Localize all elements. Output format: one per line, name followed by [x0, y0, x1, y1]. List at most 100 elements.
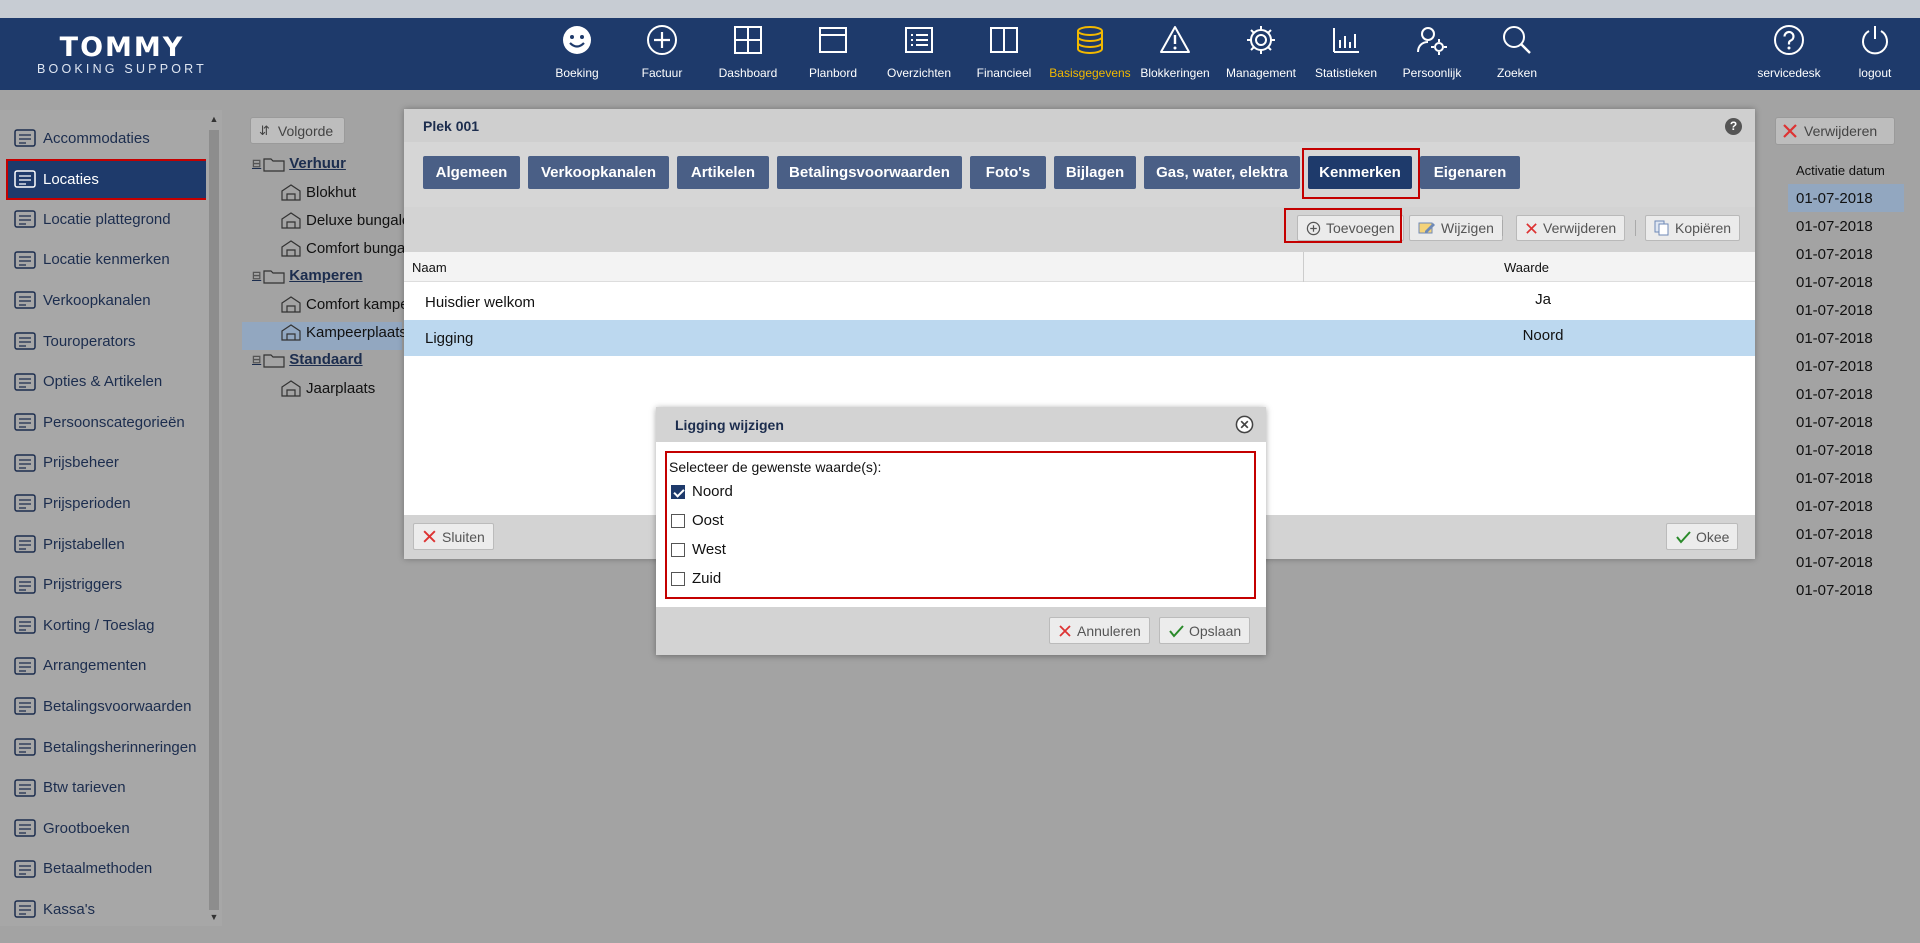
sidebar-item-touroperators[interactable]: Touroperators [8, 323, 206, 359]
col-name-header[interactable]: Naam [412, 260, 447, 275]
tree-item[interactable]: Blokhut [280, 183, 356, 201]
help-icon[interactable]: ? [1725, 118, 1742, 135]
activation-date-row[interactable]: 01-07-2018 [1788, 576, 1904, 604]
checkbox[interactable] [671, 542, 685, 557]
close-icon[interactable] [1235, 415, 1254, 434]
checkbox[interactable] [671, 571, 685, 586]
activation-date-row[interactable]: 01-07-2018 [1788, 380, 1904, 408]
activation-date-row[interactable]: 01-07-2018 [1788, 548, 1904, 576]
sidebar-item-verkoopkanalen[interactable]: Verkoopkanalen [8, 282, 206, 318]
user-gear-icon [14, 413, 36, 431]
delete-button[interactable]: Verwijderen [1516, 215, 1626, 241]
sidebar-item-btw-tarieven[interactable]: Btw tarieven [8, 770, 206, 806]
collapse-icon[interactable]: ⊟ [252, 269, 261, 282]
logo[interactable]: TOMMY BOOKING SUPPORT [27, 34, 217, 77]
sidebar-item-locatie-plattegrond[interactable]: Locatie plattegrond [8, 201, 206, 237]
table-row-selected[interactable]: Ligging Noord [404, 320, 1755, 356]
cancel-button[interactable]: Annuleren [1049, 617, 1150, 644]
sidebar-item-betaalmethoden[interactable]: Betaalmethoden [8, 851, 206, 887]
tab-eigenaren[interactable]: Eigenaren [1420, 156, 1520, 189]
sidebar-item-prijsbeheer[interactable]: Prijsbeheer [8, 445, 206, 481]
scroll-down-icon[interactable]: ▼ [209, 912, 219, 922]
tree-item[interactable]: Kampeerplaats [280, 323, 407, 341]
activation-date-row[interactable]: 01-07-2018 [1788, 240, 1904, 268]
tab-fotos[interactable]: Foto's [970, 156, 1046, 189]
activation-date-row[interactable]: 01-07-2018 [1788, 352, 1904, 380]
nav-management[interactable]: Management [1218, 18, 1304, 90]
collapse-icon[interactable]: ⊟ [252, 353, 261, 366]
tree-item[interactable]: Deluxe bungalo [280, 211, 410, 229]
sidebar-item-prijstabellen[interactable]: Prijstabellen [8, 526, 206, 562]
activation-date-row[interactable]: 01-07-2018 [1788, 296, 1904, 324]
sidebar-scrollbar[interactable]: ▲ ▼ [206, 110, 222, 926]
checkbox-checked[interactable] [671, 484, 685, 499]
tree-item[interactable]: Comfort kampe [280, 295, 409, 313]
activation-date-row[interactable]: 01-07-2018 [1788, 212, 1904, 240]
nav-servicedesk[interactable]: servicedesk [1746, 18, 1832, 90]
tab-artikelen[interactable]: Artikelen [677, 156, 769, 189]
scroll-thumb[interactable] [209, 130, 219, 910]
option-zuid[interactable]: Zuid [671, 570, 721, 587]
sidebar-item-locatie-kenmerken[interactable]: Locatie kenmerken [8, 242, 206, 278]
activation-date-row[interactable]: 01-07-2018 [1788, 324, 1904, 352]
sidebar-item-grootboeken[interactable]: Grootboeken [8, 810, 206, 846]
sidebar-item-arrangementen[interactable]: Arrangementen [8, 648, 206, 684]
nav-logout[interactable]: logout [1832, 18, 1918, 90]
option-oost[interactable]: Oost [671, 512, 724, 529]
house-icon [281, 380, 301, 397]
sidebar-item-locaties[interactable]: Locaties [6, 158, 208, 200]
tree-item[interactable]: Comfort bunga [280, 239, 405, 257]
close-button[interactable]: Sluiten [413, 523, 494, 550]
activation-date-row[interactable]: 01-07-2018 [1788, 492, 1904, 520]
nav-statistieken[interactable]: Statistieken [1303, 18, 1389, 90]
sidebar-item-accommodaties[interactable]: Accommodaties [8, 120, 206, 156]
save-button[interactable]: Opslaan [1159, 617, 1251, 644]
scroll-up-icon[interactable]: ▲ [209, 114, 219, 124]
option-west[interactable]: West [671, 541, 726, 558]
activation-date-row[interactable]: 01-07-2018 [1788, 464, 1904, 492]
tree-item[interactable]: Jaarplaats [280, 379, 375, 397]
nav-overzichten[interactable]: Overzichten [876, 18, 962, 90]
tree-group[interactable]: ⊟ Verhuur [252, 155, 346, 172]
copy-button[interactable]: Kopiëren [1645, 215, 1741, 241]
tree-group[interactable]: ⊟ Kamperen [252, 267, 363, 284]
tree-item-label: Comfort kampe [306, 295, 409, 313]
tab-betalingsvoorwaarden[interactable]: Betalingsvoorwaarden [777, 156, 962, 189]
col-value-header[interactable]: Waarde [1504, 260, 1549, 275]
sidebar-item-prijstriggers[interactable]: Prijstriggers [8, 567, 206, 603]
sidebar-item-korting-toeslag[interactable]: Korting / Toeslag [8, 607, 206, 643]
ok-button[interactable]: Okee [1666, 523, 1739, 550]
collapse-icon[interactable]: ⊟ [252, 157, 261, 170]
edit-button[interactable]: Wijzigen [1409, 215, 1503, 241]
sidebar-item-prijsperioden[interactable]: Prijsperioden [8, 485, 206, 521]
sidebar-item-kassa-s[interactable]: Kassa's [8, 891, 206, 927]
nav-zoeken[interactable]: Zoeken [1474, 18, 1560, 90]
nav-financieel[interactable]: Financieel [961, 18, 1047, 90]
checkbox[interactable] [671, 513, 685, 528]
tree-group[interactable]: ⊟ Standaard [252, 351, 363, 368]
table-row[interactable]: Huisdier welkom Ja [404, 284, 1755, 320]
sidebar-item-betalingsherinneringen[interactable]: Betalingsherinneringen [8, 729, 206, 765]
activation-date-row[interactable]: 01-07-2018 [1788, 184, 1904, 212]
activation-date-row[interactable]: 01-07-2018 [1788, 436, 1904, 464]
nav-basisgegevens[interactable]: Basisgegevens [1047, 18, 1133, 90]
nav-planbord[interactable]: Planbord [790, 18, 876, 90]
background-delete-button[interactable]: Verwijderen [1775, 117, 1895, 145]
activation-date-row[interactable]: 01-07-2018 [1788, 520, 1904, 548]
tab-bijlagen[interactable]: Bijlagen [1054, 156, 1136, 189]
option-noord[interactable]: Noord [671, 483, 733, 500]
nav-dashboard[interactable]: Dashboard [705, 18, 791, 90]
nav-factuur[interactable]: Factuur [619, 18, 705, 90]
sidebar-item-betalingsvoorwaarden[interactable]: Betalingsvoorwaarden [8, 688, 206, 724]
tab-verkoopkanalen[interactable]: Verkoopkanalen [528, 156, 669, 189]
nav-blokkeringen[interactable]: Blokkeringen [1132, 18, 1218, 90]
tab-gas-water-elektra[interactable]: Gas, water, elektra [1144, 156, 1300, 189]
sidebar-item-persoonscategorie-n[interactable]: Persoonscategorieën [8, 404, 206, 440]
activation-date-row[interactable]: 01-07-2018 [1788, 408, 1904, 436]
volgorde-button[interactable]: ⇵ Volgorde [250, 117, 345, 144]
nav-boeking[interactable]: Boeking [534, 18, 620, 90]
tab-algemeen[interactable]: Algemeen [423, 156, 520, 189]
nav-persoonlijk[interactable]: Persoonlijk [1389, 18, 1475, 90]
sidebar-item-opties-artikelen[interactable]: Opties & Artikelen [8, 364, 206, 400]
activation-date-row[interactable]: 01-07-2018 [1788, 268, 1904, 296]
